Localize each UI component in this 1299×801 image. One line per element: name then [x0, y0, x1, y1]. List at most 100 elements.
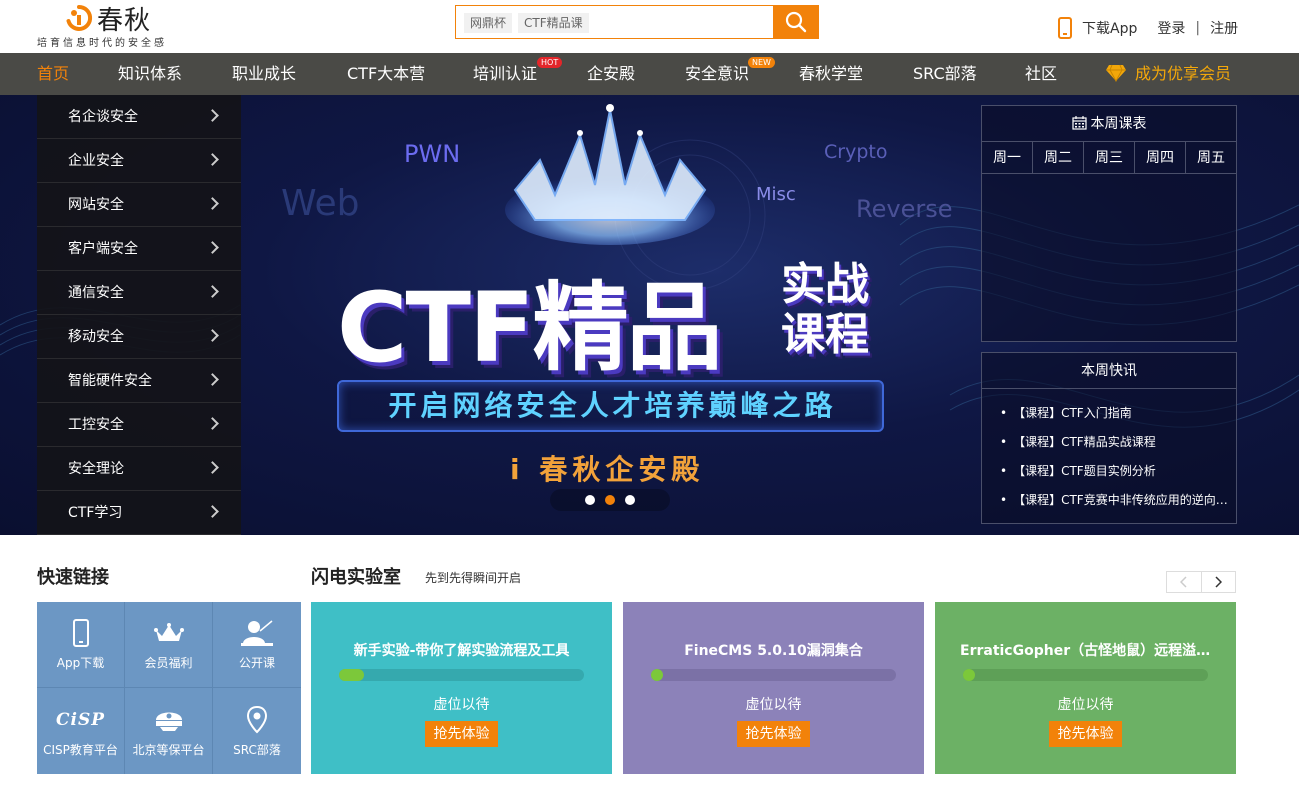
quick-link-beijing[interactable]: 北京等保平台: [125, 688, 213, 774]
phone-icon: [72, 619, 89, 647]
search-tag[interactable]: CTF精品课: [518, 13, 589, 33]
quick-links-grid: App下载 会员福利 公开课 CiSP CISP教育平台 北京等保平台 SRC部…: [37, 602, 301, 774]
lab-card[interactable]: FineCMS 5.0.10漏洞集合 虚位以待 抢先体验: [623, 602, 924, 774]
phone-icon: [1058, 17, 1072, 39]
hero-banner[interactable]: PWN Web Crypto Misc Reverse CTF精品 实战 课程 …: [0, 95, 1299, 535]
news-item[interactable]: 【课程】CTF竞赛中非传统应用的逆向分析: [1000, 486, 1228, 515]
banner-slogan: 开启网络安全人才培养巅峰之路: [388, 389, 837, 422]
nav-item-training[interactable]: 培训认证: [473, 53, 537, 95]
news-list: 【课程】CTF入门指南 【课程】CTF精品实战课程 【课程】CTF题目实例分析 …: [982, 389, 1236, 515]
side-menu-item[interactable]: 智能硬件安全: [37, 359, 241, 403]
quick-link-label: App下载: [56, 656, 105, 670]
chevron-right-icon: [206, 285, 219, 298]
search-button[interactable]: [773, 5, 819, 39]
nav-item-awareness[interactable]: 安全意识: [685, 53, 749, 95]
lab-status: 虚位以待: [433, 697, 490, 713]
lab-progress-fill: [651, 669, 663, 681]
chevron-right-icon: [206, 461, 219, 474]
chevron-right-icon: [206, 329, 219, 342]
lab-progress-fill: [339, 669, 364, 681]
side-menu-item[interactable]: 企业安全: [37, 139, 241, 183]
banner-side-line: 实战: [781, 259, 869, 310]
side-menu-label: 通信安全: [68, 285, 124, 301]
tab-friday[interactable]: 周五: [1186, 142, 1236, 173]
lab-progress-track: [651, 669, 896, 681]
weekly-news: 本周快讯 【课程】CTF入门指南 【课程】CTF精品实战课程 【课程】CTF题目…: [981, 352, 1237, 524]
calendar-icon: [1071, 116, 1087, 130]
banner-brand: i 春秋企安殿: [510, 453, 705, 486]
side-menu-label: 安全理论: [68, 461, 124, 477]
side-menu-item[interactable]: 工控安全: [37, 403, 241, 447]
banner-title: CTF精品: [337, 272, 723, 384]
side-menu-label: 工控安全: [68, 417, 124, 433]
carousel-dot[interactable]: [585, 495, 595, 505]
nav-item-career[interactable]: 职业成长: [232, 53, 296, 95]
carousel-dot[interactable]: [625, 495, 635, 505]
nav-item-community[interactable]: 社区: [1025, 53, 1057, 95]
logo-icon: [66, 4, 93, 31]
nav-item-src[interactable]: SRC部落: [913, 53, 977, 95]
banner-side-line: 课程: [781, 309, 869, 360]
try-now-button[interactable]: 抢先体验: [737, 721, 810, 747]
try-now-button[interactable]: 抢先体验: [1049, 721, 1122, 747]
side-menu-item[interactable]: 通信安全: [37, 271, 241, 315]
lab-card[interactable]: 新手实验-带你了解实验流程及工具 虚位以待抢先体验: [311, 602, 612, 774]
nav-item-home[interactable]: 首页: [37, 53, 69, 95]
tab-thursday[interactable]: 周四: [1135, 142, 1186, 173]
lab-title: ErraticGopher（古怪地鼠）远程溢出漏洞: [960, 643, 1236, 659]
download-app-link[interactable]: 下载App: [1082, 18, 1137, 38]
search-icon: [785, 11, 807, 33]
side-menu-item[interactable]: 客户端安全: [37, 227, 241, 271]
side-menu-item[interactable]: 网站安全: [37, 183, 241, 227]
quick-links-title: 快速链接: [37, 567, 109, 588]
weekly-schedule: 本周课表 周一 周二 周三 周四 周五: [981, 105, 1237, 342]
side-menu-item[interactable]: CTF学习: [37, 491, 241, 535]
nav-item-knowledge[interactable]: 知识体系: [118, 53, 182, 95]
nav-item-school[interactable]: 春秋学堂: [799, 53, 863, 95]
lab-card[interactable]: ErraticGopher（古怪地鼠）远程溢出漏洞 虚位以待 抢先体验: [935, 602, 1236, 774]
location-pin-icon: [246, 705, 268, 733]
prev-button[interactable]: [1167, 572, 1202, 592]
carousel-dot-active[interactable]: [605, 495, 615, 505]
nav-item-enterprise[interactable]: 企安殿: [587, 53, 635, 95]
schedule-title: 本周课表: [1090, 116, 1147, 132]
side-menu-item[interactable]: 名企谈安全: [37, 95, 241, 139]
chevron-right-icon: [206, 109, 219, 122]
side-menu-item[interactable]: 安全理论: [37, 447, 241, 491]
lab-title: 新手实验-带你了解实验流程及工具: [353, 643, 570, 659]
quick-link-label: 会员福利: [144, 656, 193, 670]
side-menu-label: 移动安全: [68, 329, 124, 345]
search-box[interactable]: 网鼎杯 CTF精品课: [455, 5, 819, 39]
tab-tuesday[interactable]: 周二: [1033, 142, 1084, 173]
nav-item-ctf[interactable]: CTF大本营: [347, 53, 425, 95]
quick-link-member[interactable]: 会员福利: [125, 602, 213, 688]
vip-label: 成为优享会员: [1135, 64, 1232, 83]
schedule-title-bar: 本周课表: [982, 106, 1236, 142]
register-link[interactable]: 注册: [1210, 18, 1238, 38]
news-item[interactable]: 【课程】CTF题目实例分析: [1000, 457, 1228, 486]
next-button[interactable]: [1202, 572, 1236, 592]
try-now-button[interactable]: 抢先体验: [425, 721, 498, 747]
side-menu-item[interactable]: 移动安全: [37, 315, 241, 359]
login-link[interactable]: 登录: [1157, 18, 1185, 38]
lab-title: FineCMS 5.0.10漏洞集合: [684, 643, 863, 659]
news-item[interactable]: 【课程】CTF入门指南: [1000, 399, 1228, 428]
crown-icon: [505, 104, 715, 245]
side-menu-label: 网站安全: [68, 197, 124, 213]
tab-monday[interactable]: 周一: [982, 142, 1033, 173]
chevron-right-icon: [206, 153, 219, 166]
keyword-misc: Misc: [756, 184, 796, 205]
chevron-right-icon: [206, 241, 219, 254]
search-tags: 网鼎杯 CTF精品课: [464, 13, 589, 33]
news-item[interactable]: 【课程】CTF精品实战课程: [1000, 428, 1228, 457]
main-nav: 首页 知识体系 职业成长 CTF大本营 培训认证 HOT 企安殿 安全意识 NE…: [0, 53, 1299, 95]
vip-link[interactable]: 成为优享会员: [1105, 53, 1231, 95]
tab-wednesday[interactable]: 周三: [1084, 142, 1135, 173]
quick-link-app[interactable]: App下载: [37, 602, 125, 688]
quick-link-label: 公开课: [238, 656, 275, 670]
quick-link-open-class[interactable]: 公开课: [213, 602, 301, 688]
quick-link-src[interactable]: SRC部落: [213, 688, 301, 774]
quick-link-cisp[interactable]: CiSP CISP教育平台: [37, 688, 125, 774]
search-tag[interactable]: 网鼎杯: [464, 13, 513, 33]
site-logo[interactable]: 春秋 培育信息时代的安全感: [37, 2, 197, 50]
